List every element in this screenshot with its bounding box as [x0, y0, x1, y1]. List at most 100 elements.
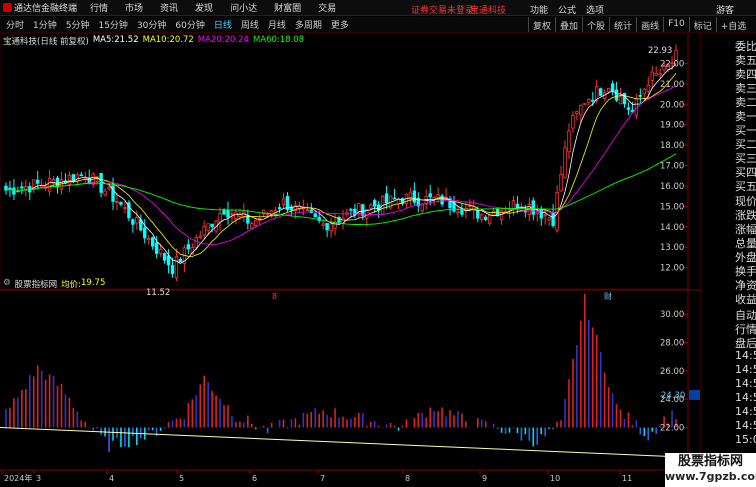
candle-body: [650, 71, 654, 81]
menu-item[interactable]: 交易: [318, 1, 336, 14]
candle-body: [372, 200, 377, 207]
chart-buttons: 复权 叠加 个股 统计 画线 F10 标记 +自选: [528, 17, 750, 32]
period-tab[interactable]: 分时: [6, 18, 24, 31]
menu-item[interactable]: 选项: [586, 3, 604, 16]
menu-item[interactable]: 资讯: [160, 1, 178, 14]
candle-body: [158, 249, 163, 254]
fuquan-button[interactable]: 复权: [528, 17, 555, 32]
candle-body: [325, 223, 329, 231]
y-tick-label: 18.00: [660, 141, 684, 151]
f10-button[interactable]: F10: [663, 17, 689, 32]
y-tick-label: 14.00: [660, 223, 684, 233]
candle-body: [162, 253, 167, 261]
candle-body: [535, 211, 539, 214]
period-tab[interactable]: 15分钟: [98, 18, 127, 31]
sidebar-time: 14:5: [735, 405, 756, 418]
period-toolbar: 分时 1分钟 5分钟 15分钟 30分钟 60分钟 日线 周线 月线 多周期 更…: [0, 17, 756, 33]
kline-chart[interactable]: 22.00 21.00 20.00 19.00 18.00 17.00 16.00 15.00…: [0, 33, 700, 487]
candle-body: [24, 186, 28, 190]
candle-body: [107, 186, 111, 190]
candle-body: [218, 213, 222, 223]
candle-body: [143, 227, 147, 239]
candle-body: [567, 130, 571, 153]
y-tick-label: 21.00: [660, 80, 684, 90]
candle-body: [551, 212, 555, 227]
candle-body: [412, 190, 417, 203]
menu-item[interactable]: 公式: [558, 3, 576, 16]
stock-title: 宝通科技(日线 前复权): [3, 37, 89, 47]
candle-body: [230, 213, 234, 216]
candle-body: [36, 179, 40, 184]
main-menu: 行情 市场 资讯 发现 问小达 财富圈 交易: [90, 1, 353, 14]
stock-button[interactable]: 个股: [582, 17, 609, 32]
candle-body: [170, 265, 175, 274]
sidebar-label: 买五: [735, 180, 756, 193]
sidebar-time: 14:5: [735, 363, 756, 376]
finance-marker: 财: [604, 291, 612, 301]
candle-body: [658, 73, 662, 76]
x-tick-label: 4: [109, 474, 114, 483]
login-status[interactable]: 证券交易未登录: [411, 3, 474, 16]
draw-button[interactable]: 画线: [636, 17, 663, 32]
menu-item[interactable]: 财富圈: [274, 1, 301, 14]
candle-body: [226, 210, 230, 218]
menu-item[interactable]: 发现: [195, 1, 213, 14]
x-tick-label: 8: [405, 474, 410, 483]
candle-body: [123, 207, 127, 209]
avg-value: 19.75: [81, 278, 106, 288]
menu-item[interactable]: 行情: [90, 1, 108, 14]
candle-body: [476, 210, 480, 219]
stock-link[interactable]: 宝通科技: [470, 3, 506, 16]
mark-button[interactable]: 标记: [688, 17, 716, 32]
x-tick-label: 9: [482, 474, 487, 483]
candle-body: [103, 190, 107, 196]
candle-body: [174, 256, 179, 279]
candle-body: [115, 200, 119, 203]
candle-body: [484, 216, 488, 221]
period-tab[interactable]: 5分钟: [66, 18, 90, 31]
candle-body: [543, 214, 547, 217]
candle-body: [194, 237, 198, 249]
candle-body: [281, 198, 286, 206]
add-favorite-button[interactable]: +自选: [715, 17, 751, 32]
candle-body: [47, 178, 52, 192]
sidebar-label: 收益: [735, 293, 756, 306]
candle-body: [606, 87, 611, 93]
period-tab[interactable]: 60分钟: [175, 18, 204, 31]
candle-body: [487, 214, 492, 224]
candle-body: [428, 193, 432, 198]
settings-icon[interactable]: ⚙: [3, 278, 11, 290]
period-tab-active[interactable]: 日线: [214, 18, 232, 31]
period-tab[interactable]: 月线: [268, 18, 286, 31]
candle-body: [313, 213, 317, 218]
period-tab[interactable]: 多周期: [295, 18, 322, 31]
period-tab[interactable]: 更多: [331, 18, 349, 31]
candle-body: [210, 223, 214, 228]
y-tick-label: 12.00: [660, 264, 684, 274]
candle-body: [67, 174, 72, 185]
guest-label[interactable]: 游客: [716, 3, 734, 16]
candle-body: [329, 223, 333, 232]
period-tab[interactable]: 30分钟: [137, 18, 166, 31]
ma20-label: MA20:: [197, 35, 225, 45]
ma20-value: 20.24: [224, 35, 249, 45]
candle-body: [321, 223, 325, 226]
candle-body: [79, 174, 84, 177]
menu-item[interactable]: 功能: [530, 3, 548, 16]
menu-item[interactable]: 问小达: [230, 1, 257, 14]
menu-item[interactable]: 市场: [125, 1, 143, 14]
ma10-label: MA10:: [142, 35, 170, 45]
stats-button[interactable]: 统计: [609, 17, 636, 32]
period-tab[interactable]: 周线: [241, 18, 259, 31]
y-tick-label: 22.00: [660, 59, 684, 69]
candle-body: [638, 95, 643, 97]
candle-body: [147, 237, 151, 241]
event-marker: 8: [272, 292, 277, 301]
x-tick-label: 5: [179, 474, 184, 483]
x-tick-label: 6: [252, 474, 257, 483]
overlay-button[interactable]: 叠加: [555, 17, 582, 32]
x-tick-label: 2024年: [4, 473, 32, 483]
period-tab[interactable]: 1分钟: [33, 18, 57, 31]
ma10-value: 20.72: [169, 35, 194, 45]
watermark-logo: 股票指标网 www.7gpzb.com: [665, 453, 756, 487]
